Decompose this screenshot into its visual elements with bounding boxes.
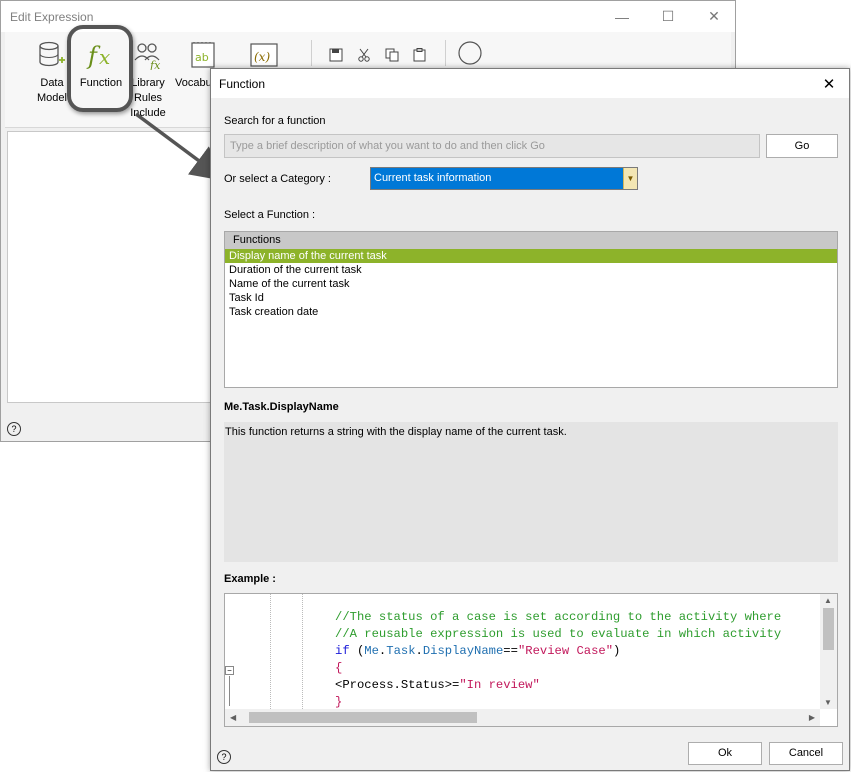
scroll-left-icon[interactable]: ◀ [230,713,236,722]
function-description: This function returns a string with the … [224,422,838,562]
svg-text:fx: fx [149,59,161,70]
vocabulary-label: Vocabu [175,77,212,89]
list-item[interactable]: Display name of the current task [225,249,837,263]
functions-list-header: Functions [225,232,837,249]
code-line: if (Me.Task.DisplayName=="Review Case") [335,644,621,658]
search-label: Search for a function [224,115,326,127]
function-description-text: This function returns a string with the … [225,426,567,438]
go-button[interactable]: Go [766,134,838,158]
window-title: Edit Expression [10,10,94,24]
maximize-button[interactable]: ☐ [645,1,691,32]
functions-list[interactable]: Functions Display name of the current ta… [224,231,838,388]
dialog-close-button[interactable]: ✕ [809,69,849,98]
scroll-right-icon[interactable]: ▶ [809,713,815,722]
select-function-label: Select a Function : [224,209,316,221]
minimize-button[interactable]: — [599,1,645,32]
variable-icon: (x) [249,40,279,70]
code-line: { [335,661,343,675]
dialog-title: Function [219,77,266,91]
list-item[interactable]: Name of the current task [225,277,837,291]
description-scrollbar[interactable] [822,422,838,562]
function-highlight-ring [67,25,133,112]
code-vertical-scrollbar[interactable]: ▲ ▼ [820,594,837,709]
scroll-down-icon[interactable]: ▼ [824,698,832,707]
list-item[interactable]: Duration of the current task [225,263,837,277]
function-signature: Me.Task.DisplayName [224,401,339,413]
function-dialog: Function ✕ Search for a function Type a … [210,68,850,771]
category-select-value: Current task information [371,168,623,189]
library-rules-icon: fx [133,40,163,72]
ok-button[interactable]: Ok [688,742,762,765]
category-select[interactable]: Current task information ▼ [370,167,638,190]
list-item[interactable]: Task Id [225,291,837,305]
example-label: Example : [224,573,276,585]
vocabulary-button[interactable]: ab Vocabu [175,40,215,91]
help-icon[interactable]: ? [7,422,21,436]
code-line: //A reusable expression is used to evalu… [335,627,782,641]
dropdown-arrow-icon[interactable]: ▼ [623,168,637,189]
svg-text:(x): (x) [254,50,270,64]
code-line: } [335,695,343,709]
search-placeholder: Type a brief description of what you wan… [230,140,545,152]
example-code-viewer[interactable]: − //The status of a case is set accordin… [224,593,838,727]
dialog-help-icon[interactable]: ? [217,750,231,764]
code-line: //The status of a case is set according … [335,610,782,624]
save-icon[interactable] [329,48,343,65]
function-search-input[interactable]: Type a brief description of what you wan… [224,134,760,158]
scroll-thumb[interactable] [249,712,477,723]
code-horizontal-scrollbar[interactable]: ◀ ▶ [225,709,820,726]
fold-guide [229,676,230,706]
ribbon-separator [445,40,446,66]
list-item[interactable]: Task creation date [225,305,837,319]
category-label: Or select a Category : [224,173,331,185]
vocabulary-icon: ab [189,40,215,70]
copy-icon[interactable] [385,48,399,65]
scroll-thumb[interactable] [823,608,834,650]
function-dialog-titlebar: Function ✕ [211,69,849,98]
svg-text:ab: ab [195,51,209,64]
cancel-button[interactable]: Cancel [769,742,843,765]
expression-canvas[interactable] [7,131,215,403]
close-button[interactable]: ✕ [691,1,737,32]
scroll-up-icon[interactable]: ▲ [824,596,832,605]
paste-icon[interactable] [413,48,427,65]
database-icon [37,40,67,70]
cut-icon[interactable] [357,48,371,65]
fold-toggle-icon[interactable]: − [225,666,234,675]
code-line: <Process.Status>="In review" [335,678,540,692]
ribbon-separator [311,40,312,66]
